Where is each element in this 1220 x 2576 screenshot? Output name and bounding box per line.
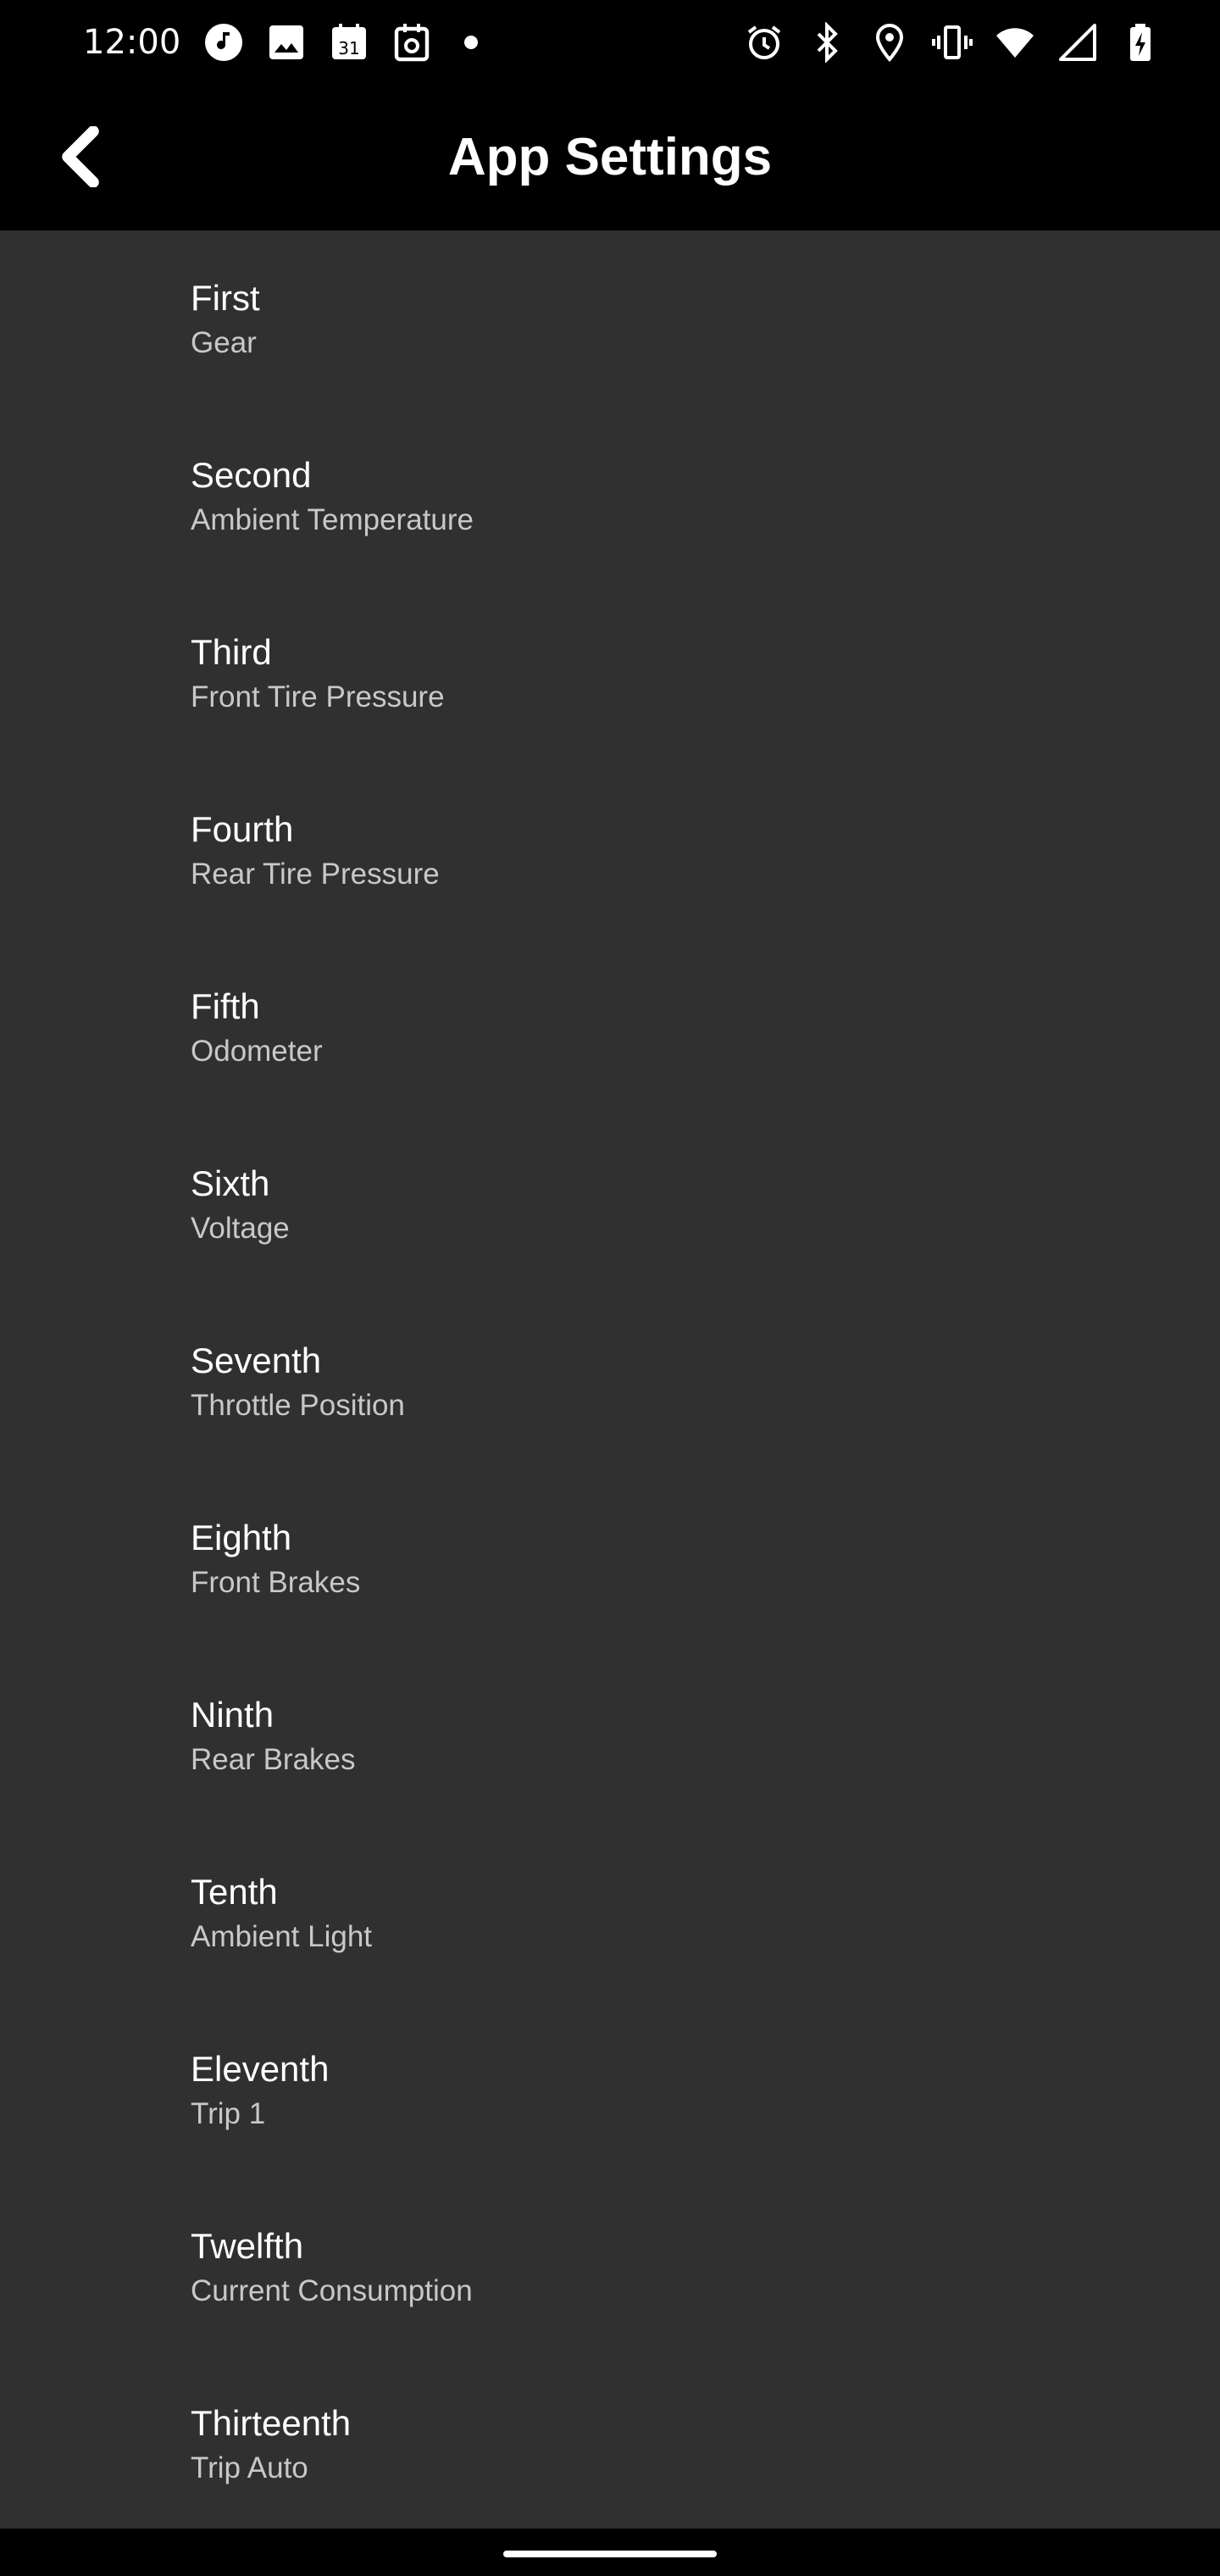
- setting-title: Twelfth: [191, 2226, 304, 2266]
- setting-item-third[interactable]: Third Front Tire Pressure: [0, 585, 1220, 762]
- setting-item-fifth[interactable]: Fifth Odometer: [0, 939, 1220, 1116]
- setting-summary: Gear: [191, 326, 257, 359]
- setting-item-sixth[interactable]: Sixth Voltage: [0, 1116, 1220, 1293]
- setting-title: First: [191, 278, 260, 318]
- setting-item-eleventh[interactable]: Eleventh Trip 1: [0, 2001, 1220, 2179]
- setting-item-tenth[interactable]: Tenth Ambient Light: [0, 1824, 1220, 2001]
- image-icon: [266, 22, 307, 63]
- settings-list[interactable]: First Gear Second Ambient Temperature Th…: [0, 230, 1220, 2529]
- page-title: App Settings: [447, 128, 773, 186]
- setting-item-twelfth[interactable]: Twelfth Current Consumption: [0, 2179, 1220, 2356]
- setting-item-ninth[interactable]: Ninth Rear Brakes: [0, 1647, 1220, 1824]
- wifi-icon: [995, 22, 1035, 63]
- setting-title: Sixth: [191, 1163, 270, 1203]
- setting-summary: Voltage: [191, 1212, 290, 1245]
- status-time: 12:00: [83, 23, 181, 62]
- svg-text:31: 31: [338, 38, 359, 58]
- setting-summary: Rear Brakes: [191, 1743, 356, 1776]
- bluetooth-icon: [807, 22, 847, 63]
- setting-summary: Rear Tire Pressure: [191, 858, 440, 891]
- calendar-icon: 31: [329, 22, 369, 63]
- setting-title: Fourth: [191, 809, 294, 849]
- home-indicator[interactable]: [503, 2551, 717, 2557]
- signal-icon: [1057, 22, 1098, 63]
- setting-title: Eleventh: [191, 2049, 330, 2089]
- setting-title: Thirteenth: [191, 2403, 352, 2443]
- setting-summary: Front Brakes: [191, 1566, 361, 1599]
- setting-summary: Current Consumption: [191, 2274, 473, 2307]
- navigation-bar: [0, 2529, 1220, 2576]
- setting-item-seventh[interactable]: Seventh Throttle Position: [0, 1293, 1220, 1470]
- camera-calendar-icon: [391, 22, 432, 63]
- setting-title: Third: [191, 632, 272, 672]
- setting-summary: Front Tire Pressure: [191, 680, 445, 713]
- setting-title: Tenth: [191, 1872, 278, 1912]
- notification-dot-icon: [464, 36, 478, 49]
- setting-item-thirteenth[interactable]: Thirteenth Trip Auto: [0, 2356, 1220, 2529]
- alarm-icon: [744, 22, 785, 63]
- setting-summary: Odometer: [191, 1035, 323, 1068]
- setting-item-eighth[interactable]: Eighth Front Brakes: [0, 1470, 1220, 1647]
- vibrate-icon: [932, 22, 973, 63]
- setting-title: Fifth: [191, 986, 260, 1026]
- setting-item-second[interactable]: Second Ambient Temperature: [0, 408, 1220, 585]
- setting-title: Ninth: [191, 1695, 274, 1735]
- status-notification-icons: 31: [203, 17, 478, 68]
- app-bar: App Settings: [0, 85, 1220, 230]
- setting-title: Eighth: [191, 1518, 292, 1557]
- setting-summary: Trip Auto: [191, 2451, 308, 2484]
- location-icon: [869, 22, 910, 63]
- setting-summary: Ambient Light: [191, 1920, 373, 1953]
- setting-item-first[interactable]: First Gear: [0, 230, 1220, 408]
- setting-title: Seventh: [191, 1341, 322, 1380]
- status-system-icons: [744, 17, 1161, 68]
- setting-summary: Trip 1: [191, 2097, 266, 2130]
- setting-title: Second: [191, 455, 312, 495]
- battery-charging-icon: [1120, 22, 1161, 63]
- setting-summary: Ambient Temperature: [191, 503, 474, 536]
- status-bar: 12:00 31: [0, 0, 1220, 85]
- setting-summary: Throttle Position: [191, 1389, 405, 1422]
- setting-item-fourth[interactable]: Fourth Rear Tire Pressure: [0, 762, 1220, 939]
- music-note-icon: [203, 22, 244, 63]
